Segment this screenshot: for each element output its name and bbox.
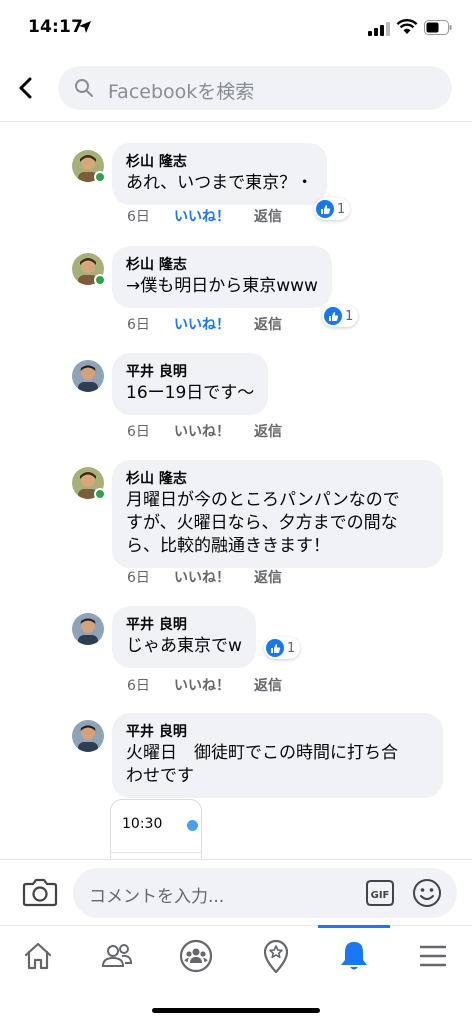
search-icon xyxy=(75,79,93,97)
like-button[interactable]: いいね！ xyxy=(174,421,230,441)
reaction-badge[interactable]: 1 xyxy=(314,198,351,220)
comment-time[interactable]: 6日 xyxy=(127,206,150,226)
tab-menu[interactable] xyxy=(413,936,453,976)
attachment-time: 10:30 xyxy=(122,816,163,832)
camera-icon[interactable] xyxy=(22,876,58,908)
bell-icon xyxy=(341,942,367,970)
signal-icon xyxy=(368,22,390,36)
comment-text-line: 月曜日が今のところパンパンなので xyxy=(126,490,400,510)
search-placeholder: Facebookを検索 xyxy=(108,81,255,103)
svg-text:GIF: GIF xyxy=(371,890,390,901)
comment-input[interactable]: コメントを入力... GIF xyxy=(73,868,457,918)
attachment-dot xyxy=(187,820,198,831)
reply-button[interactable]: 返信 xyxy=(254,206,282,226)
comment-time[interactable]: 6日 xyxy=(127,314,150,334)
like-button[interactable]: いいね！ xyxy=(174,675,230,695)
status-bar: 14:17 xyxy=(0,0,472,56)
comment-author[interactable]: 杉山 隆志 xyxy=(126,255,318,275)
comment-time[interactable]: 6日 xyxy=(127,567,150,587)
comment-author[interactable]: 平井 良明 xyxy=(126,362,254,382)
reaction-badge[interactable]: 1 xyxy=(264,637,301,659)
comment-bubble[interactable]: 杉山 隆志 あれ、いつまで東京？・ xyxy=(112,143,328,205)
thumbs-up-icon xyxy=(324,307,342,325)
reaction-count: 1 xyxy=(287,640,296,656)
reply-button[interactable]: 返信 xyxy=(254,675,282,695)
gif-icon[interactable]: GIF xyxy=(366,880,394,906)
thumbs-up-icon xyxy=(266,639,284,657)
online-status-dot xyxy=(94,488,106,500)
comment-bubble[interactable]: 平井 良明 16ー19日です〜 xyxy=(112,353,269,415)
home-indicator xyxy=(152,1008,320,1013)
comment-bubble[interactable]: 平井 良明 じゃあ東京でw xyxy=(112,606,256,668)
comment-bubble[interactable]: 杉山 隆志 →僕も明日から東京www xyxy=(112,246,332,308)
reaction-badge[interactable]: 1 xyxy=(322,305,359,327)
search-header: Facebookを検索 xyxy=(0,56,472,122)
wifi-icon xyxy=(396,19,418,34)
comment-text-line: すが、火曜日なら、夕方までの間な xyxy=(126,513,398,533)
comment-time[interactable]: 6日 xyxy=(127,421,150,441)
comment-author[interactable]: 杉山 隆志 xyxy=(126,469,429,489)
status-time: 14:17 xyxy=(28,17,84,37)
menu-icon xyxy=(419,945,447,967)
online-status-dot xyxy=(94,171,106,183)
comment-text: あれ、いつまで東京？・ xyxy=(126,173,314,193)
attachment-divider xyxy=(111,852,201,853)
back-button[interactable] xyxy=(12,70,40,106)
reaction-count: 1 xyxy=(345,308,354,324)
tab-home[interactable] xyxy=(18,936,58,976)
like-button[interactable]: いいね！ xyxy=(174,314,230,334)
reply-button[interactable]: 返信 xyxy=(254,567,282,587)
comment-text: →僕も明日から東京www xyxy=(126,276,318,296)
reaction-count: 1 xyxy=(337,201,346,217)
avatar[interactable] xyxy=(72,360,104,392)
reply-button[interactable]: 返信 xyxy=(254,421,282,441)
tab-pages[interactable] xyxy=(256,936,296,976)
avatar[interactable] xyxy=(72,613,104,645)
comment-text: じゃあ東京でw xyxy=(126,636,242,656)
tab-groups[interactable] xyxy=(176,936,216,976)
comment-author[interactable]: 平井 良明 xyxy=(126,722,429,742)
home-icon xyxy=(24,942,52,970)
online-status-dot xyxy=(94,274,106,286)
friends-icon xyxy=(101,944,133,967)
tab-notifications[interactable] xyxy=(334,936,374,976)
comment-author[interactable]: 平井 良明 xyxy=(126,615,242,635)
emoji-icon[interactable] xyxy=(412,878,442,908)
comment-list: 杉山 隆志 あれ、いつまで東京？・ 6日 いいね！ 返信 1 杉山 隆志 →僕も… xyxy=(0,123,472,859)
comment-placeholder: コメントを入力... xyxy=(89,887,225,907)
like-button[interactable]: いいね！ xyxy=(174,567,230,587)
search-input[interactable]: Facebookを検索 xyxy=(58,66,452,110)
comment-bubble[interactable]: 杉山 隆志 月曜日が今のところパンパンなので すが、火曜日なら、夕方までの間な … xyxy=(112,460,443,568)
groups-icon xyxy=(179,939,213,973)
battery-icon xyxy=(424,20,452,35)
pages-icon xyxy=(263,939,289,974)
attachment-card[interactable]: 10:30 xyxy=(110,799,202,859)
avatar[interactable] xyxy=(72,720,104,752)
comment-bubble[interactable]: 平井 良明 火曜日 御徒町でこの時間に打ち合 わせです xyxy=(112,713,443,798)
comment-author[interactable]: 杉山 隆志 xyxy=(126,152,313,172)
tab-friends[interactable] xyxy=(97,936,137,976)
reply-button[interactable]: 返信 xyxy=(254,314,282,334)
comment-text-line: ら、比較的融通ききます！ xyxy=(126,536,330,556)
comment-text-line: わせです xyxy=(126,766,194,786)
comment-text: 16ー19日です〜 xyxy=(126,383,255,403)
comment-composer: コメントを入力... GIF xyxy=(0,859,472,925)
active-tab-indicator xyxy=(318,925,390,928)
thumbs-up-icon xyxy=(316,200,334,218)
like-button[interactable]: いいね！ xyxy=(174,206,230,226)
comment-text-line: 火曜日 御徒町でこの時間に打ち合 xyxy=(126,743,398,763)
location-arrow-icon xyxy=(79,21,91,33)
comment-time[interactable]: 6日 xyxy=(127,675,150,695)
chevron-left-icon xyxy=(19,77,32,99)
